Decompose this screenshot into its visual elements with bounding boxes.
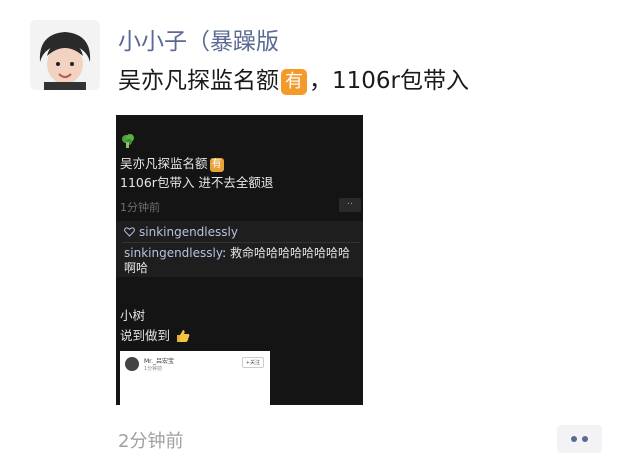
author-name[interactable]: 小小子（暴躁版 xyxy=(118,22,279,56)
thumbs-up-icon xyxy=(177,330,190,342)
screenshot-comment: sinkingendlessly: 救命哈哈哈哈哈哈哈哈啊哈 xyxy=(124,246,360,276)
author-avatar[interactable] xyxy=(30,20,100,90)
dot-icon xyxy=(582,436,588,442)
avatar-image xyxy=(30,20,100,90)
screenshot-like-row: sinkingendlessly xyxy=(124,225,238,239)
screenshot-reply: 说到做到 xyxy=(120,325,190,344)
screenshot-time: 1分钟前 xyxy=(120,201,160,214)
post-text-before: 吴亦凡探监名额 xyxy=(118,68,279,94)
card-avatar xyxy=(125,357,139,371)
screenshot-line1: 吴亦凡探监名额有 xyxy=(120,153,224,172)
heart-icon xyxy=(124,227,135,237)
broccoli-icon xyxy=(120,133,136,153)
post-text: 吴亦凡探监名额有，1106r包带入 xyxy=(118,61,469,95)
dot-icon xyxy=(571,436,577,442)
more-actions-button[interactable] xyxy=(557,425,602,453)
post-text-after: ，1106r包带入 xyxy=(309,68,469,94)
screenshot-reply-text: 说到做到 xyxy=(120,328,171,343)
post-image[interactable]: 吴亦凡探监名额有 1106r包带入 进不去全额退 1分钟前 ·· sinking… xyxy=(116,115,363,405)
card-sub: 1分钟前 xyxy=(144,366,163,372)
card-follow: +关注 xyxy=(241,357,264,368)
you-emoji-icon: 有 xyxy=(281,68,307,95)
screenshot-line1-text: 吴亦凡探监名额 xyxy=(120,156,208,171)
screenshot-divider xyxy=(122,242,360,243)
screenshot-reply-name: 小树 xyxy=(120,308,146,323)
you-emoji-icon: 有 xyxy=(209,157,224,172)
screenshot-comment-user: sinkingendlessly xyxy=(124,246,223,260)
screenshot-more-icon: ·· xyxy=(339,198,361,212)
card-name: Mr._吕宏宝 xyxy=(144,358,175,365)
screenshot-card: Mr._吕宏宝 1分钟前 +关注 xyxy=(120,351,270,405)
screenshot-line2: 1106r包带入 进不去全额退 xyxy=(120,175,274,190)
post-time: 2分钟前 xyxy=(118,431,184,452)
screenshot-like-user: sinkingendlessly xyxy=(139,225,238,239)
